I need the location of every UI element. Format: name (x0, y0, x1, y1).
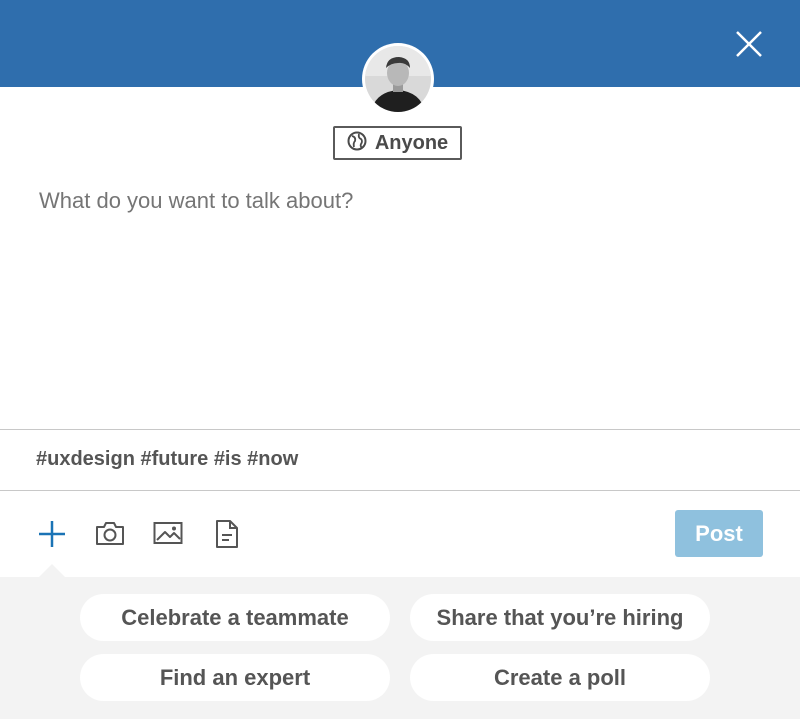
suggestion-chip-expert[interactable]: Find an expert (80, 654, 390, 701)
document-icon[interactable] (215, 519, 239, 554)
globe-icon (347, 131, 367, 156)
post-composer-input[interactable] (37, 180, 761, 222)
plus-icon[interactable] (38, 520, 66, 553)
post-button[interactable]: Post (675, 510, 763, 557)
divider-bottom (0, 490, 800, 491)
divider-top (0, 429, 800, 430)
hashtags-text[interactable]: #uxdesign #future #is #now (36, 448, 298, 471)
visibility-selector[interactable]: Anyone (333, 126, 462, 160)
suggestions-caret (38, 564, 66, 578)
avatar (362, 43, 434, 115)
image-icon[interactable] (153, 521, 183, 550)
suggestions-panel: Celebrate a teammate Share that you’re h… (0, 577, 800, 719)
visibility-label: Anyone (374, 131, 449, 154)
suggestion-chip-poll[interactable]: Create a poll (410, 654, 710, 701)
suggestion-chip-hiring[interactable]: Share that you’re hiring (410, 594, 710, 641)
suggestion-chip-celebrate[interactable]: Celebrate a teammate (80, 594, 390, 641)
close-icon[interactable] (734, 29, 764, 59)
camera-icon[interactable] (95, 520, 125, 551)
